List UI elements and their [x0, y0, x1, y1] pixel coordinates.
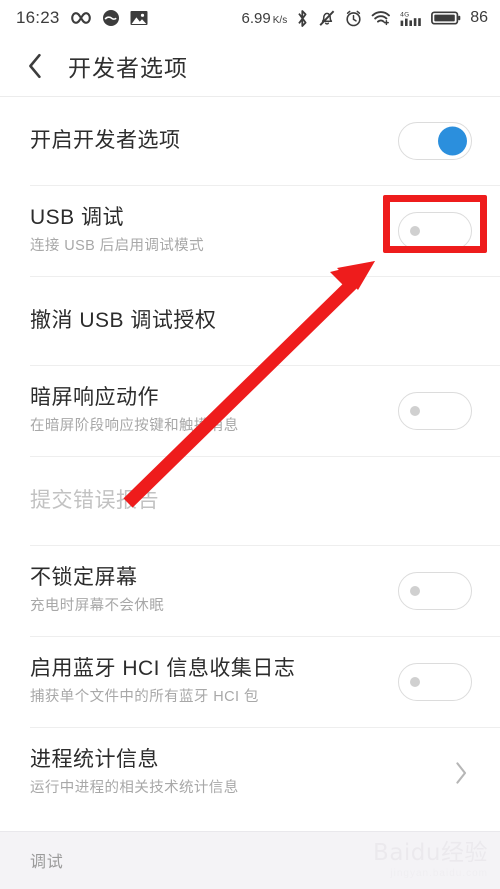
row-title: 开启开发者选项	[30, 128, 181, 152]
toggle-stay-awake[interactable]	[398, 572, 472, 610]
toggle-knob	[410, 677, 420, 687]
toggle-usb-debugging[interactable]	[398, 212, 472, 250]
infinity-icon	[70, 11, 92, 25]
row-text: 暗屏响应动作 在暗屏阶段响应按键和触摸消息	[30, 386, 398, 435]
battery-percent: 86	[470, 9, 488, 26]
page-title: 开发者选项	[68, 55, 188, 81]
network-speed: 6.99 K/s	[242, 10, 288, 27]
row-title: 进程统计信息	[30, 748, 159, 772]
battery-icon	[431, 10, 461, 26]
row-text: 进程统计信息 运行中进程的相关技术统计信息	[30, 748, 450, 797]
svg-text:4G: 4G	[400, 10, 409, 18]
wifi-icon	[371, 10, 391, 26]
list-item-revoke-usb-debugging-auth[interactable]: 撤消 USB 调试授权	[0, 277, 500, 365]
row-text: 撤消 USB 调试授权	[30, 309, 472, 334]
phone-screen: 16:23 6.99 K/s 4G 86 开发者选项 开启开发者选项 USB 调…	[0, 0, 500, 889]
list-item-usb-debugging[interactable]: USB 调试 连接 USB 后启用调试模式	[0, 186, 500, 276]
row-subtitle: 充电时屏幕不会休眠	[30, 598, 165, 615]
mute-icon	[318, 9, 336, 27]
image-icon	[130, 10, 148, 26]
row-subtitle: 在暗屏阶段响应按键和触摸消息	[30, 418, 239, 435]
row-title: 提交错误报告	[30, 488, 159, 512]
toggle-enable-developer-options[interactable]	[398, 122, 472, 160]
row-text: 启用蓝牙 HCI 信息收集日志 捕获单个文件中的所有蓝牙 HCI 包	[30, 657, 398, 706]
section-label: 调试	[30, 854, 64, 871]
toggle-knob	[410, 406, 420, 416]
row-text: 提交错误报告	[30, 489, 472, 514]
status-bar-left: 16:23	[16, 8, 148, 28]
settings-list: 开启开发者选项 USB 调试 连接 USB 后启用调试模式 撤消 USB 调试授…	[0, 97, 500, 818]
row-title: 暗屏响应动作	[30, 386, 159, 410]
back-chevron-icon[interactable]	[22, 53, 48, 79]
row-title: 启用蓝牙 HCI 信息收集日志	[30, 657, 296, 681]
watermark-main-text: Baidu经验	[373, 839, 488, 866]
toggle-knob	[410, 226, 420, 236]
bluetooth-icon	[296, 9, 309, 28]
list-item-process-stats[interactable]: 进程统计信息 运行中进程的相关技术统计信息	[0, 728, 500, 818]
list-item-dark-screen-response[interactable]: 暗屏响应动作 在暗屏阶段响应按键和触摸消息	[0, 366, 500, 456]
network-speed-value: 6.99	[241, 9, 271, 27]
section-header-debug: 调试 Baidu经验 jingyan.baidu.com	[0, 831, 500, 889]
status-clock: 16:23	[16, 8, 60, 27]
row-title: 撤消 USB 调试授权	[30, 308, 217, 332]
status-bar-right: 6.99 K/s 4G 86	[242, 9, 488, 28]
row-text: 开启开发者选项	[30, 129, 398, 154]
alarm-icon	[345, 10, 362, 27]
row-subtitle: 运行中进程的相关技术统计信息	[30, 780, 239, 797]
toggle-dark-screen-response[interactable]	[398, 392, 472, 430]
page-header: 开发者选项	[0, 36, 500, 96]
toggle-bluetooth-hci-log[interactable]	[398, 663, 472, 701]
list-item-stay-awake[interactable]: 不锁定屏幕 充电时屏幕不会休眠	[0, 546, 500, 636]
section-divider	[0, 831, 500, 832]
do-not-disturb-icon	[102, 9, 120, 27]
status-bar: 16:23 6.99 K/s 4G 86	[0, 0, 500, 36]
row-text: USB 调试 连接 USB 后启用调试模式	[30, 206, 398, 255]
row-subtitle: 捕获单个文件中的所有蓝牙 HCI 包	[30, 689, 259, 706]
chevron-right-icon[interactable]	[450, 758, 472, 788]
row-title: USB 调试	[30, 206, 125, 230]
row-text: 不锁定屏幕 充电时屏幕不会休眠	[30, 566, 398, 615]
watermark-sub-text: jingyan.baidu.com	[390, 867, 488, 879]
list-item-submit-bug-report: 提交错误报告	[0, 457, 500, 545]
list-item-bluetooth-hci-log[interactable]: 启用蓝牙 HCI 信息收集日志 捕获单个文件中的所有蓝牙 HCI 包	[0, 637, 500, 727]
network-speed-unit: K/s	[272, 14, 288, 26]
row-title: 不锁定屏幕	[30, 566, 138, 590]
list-item-enable-developer-options[interactable]: 开启开发者选项	[0, 97, 500, 185]
signal-4g-icon: 4G	[400, 10, 422, 27]
baidu-watermark: Baidu经验 jingyan.baidu.com	[328, 835, 488, 885]
toggle-knob	[410, 586, 420, 596]
row-subtitle: 连接 USB 后启用调试模式	[30, 238, 204, 255]
toggle-knob	[438, 126, 467, 156]
